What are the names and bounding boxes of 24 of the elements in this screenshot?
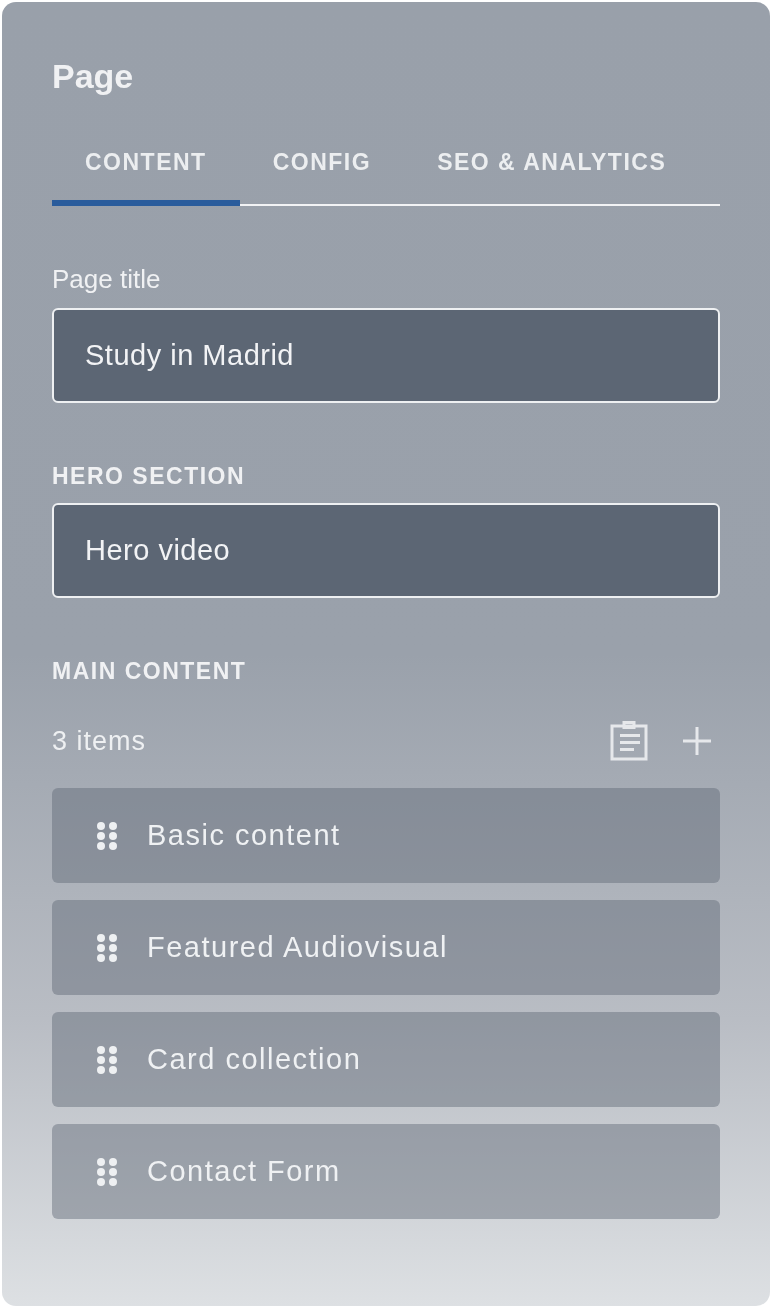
- content-item[interactable]: Featured Audiovisual: [52, 900, 720, 995]
- field-label: Page title: [52, 264, 162, 295]
- tab[interactable]: SEO & ANALYTICS: [404, 133, 700, 206]
- drag-handle-icon[interactable]: [96, 1156, 118, 1187]
- panel-title: Page: [52, 57, 135, 97]
- section-heading: HERO SECTION: [52, 463, 247, 490]
- item-label: Basic content: [147, 819, 341, 852]
- plus-icon[interactable]: [682, 726, 712, 756]
- tab[interactable]: CONTENT: [52, 133, 240, 206]
- drag-handle-icon[interactable]: [96, 820, 118, 851]
- section-heading: MAIN CONTENT: [52, 658, 248, 685]
- drag-handle-icon[interactable]: [96, 1044, 118, 1075]
- item-label: Featured Audiovisual: [147, 931, 448, 964]
- input-field[interactable]: Hero video: [52, 503, 720, 598]
- drag-handle-icon[interactable]: [96, 932, 118, 963]
- item-count: 3 items: [52, 725, 147, 757]
- input-field[interactable]: Study in Madrid: [52, 308, 720, 403]
- clipboard-icon[interactable]: [608, 721, 648, 761]
- content-item[interactable]: Contact Form: [52, 1124, 720, 1219]
- content-item[interactable]: Basic content: [52, 788, 720, 883]
- tab[interactable]: CONFIG: [239, 133, 405, 206]
- content-item[interactable]: Card collection: [52, 1012, 720, 1107]
- item-label: Card collection: [147, 1043, 362, 1076]
- item-label: Contact Form: [147, 1155, 341, 1188]
